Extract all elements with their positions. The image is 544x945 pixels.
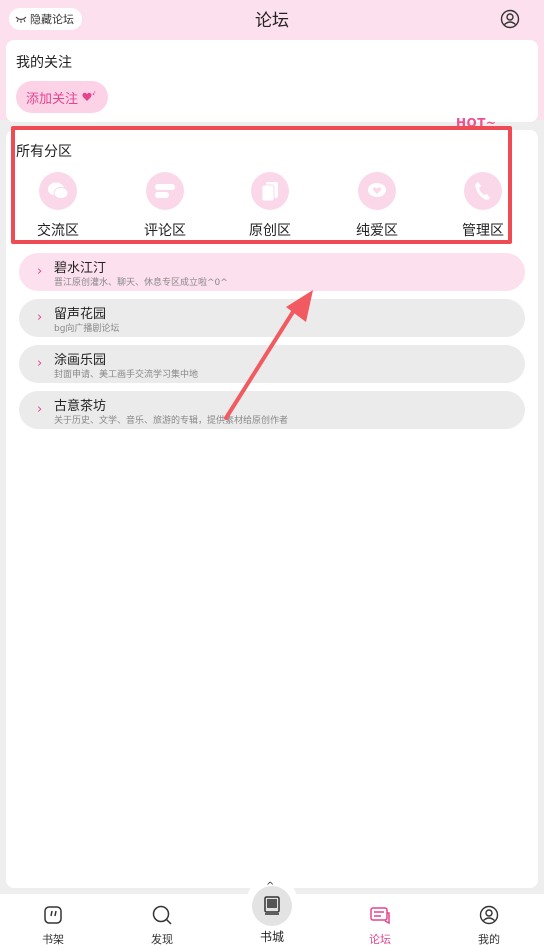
section-review[interactable]: 评论区: [125, 172, 205, 240]
forum-name: 留声花园: [54, 307, 107, 322]
tab-label: 书架: [42, 933, 64, 945]
forum-icon: [345, 903, 415, 927]
section-label: 管理区: [462, 223, 504, 239]
my-follows-card: 我的关注 添加关注: [6, 40, 538, 122]
add-follow-label: 添加关注: [26, 91, 79, 107]
chevron-right-icon: ›: [37, 310, 43, 325]
all-sections-card: 所有分区 交流区 评论区 原创区 纯爱区 管理区: [6, 130, 538, 888]
all-sections-title: 所有分区: [16, 144, 72, 160]
forum-item-bishui[interactable]: › 碧水江汀 晋江原创灌水、聊天、休息专区成立啦^0^: [19, 253, 525, 291]
forum-description: bg向广播剧论坛: [54, 324, 120, 334]
documents-icon: [251, 172, 289, 210]
forum-description: 封面申请、美工画手交流学习集中地: [54, 370, 199, 380]
heart-bubble-icon: [358, 172, 396, 210]
section-label: 纯爱区: [356, 223, 398, 239]
forum-item-guyi[interactable]: › 古意茶坊 关于历史、文学、音乐、旅游的专辑，提供素材给原创作者: [19, 391, 525, 429]
tab-bookstore[interactable]: [252, 886, 292, 926]
add-follow-button[interactable]: 添加关注: [16, 81, 109, 113]
section-label: 评论区: [144, 223, 186, 239]
page-title: 论坛: [255, 11, 289, 31]
comment-icon: [146, 172, 184, 210]
heart-icon: [82, 91, 96, 101]
tab-forum[interactable]: 论坛: [345, 903, 415, 945]
search-icon: [127, 903, 197, 927]
my-follows-title: 我的关注: [16, 55, 72, 71]
tab-me[interactable]: 我的: [454, 903, 524, 945]
tab-label: 我的: [478, 933, 500, 945]
chevron-up-icon: ^: [266, 881, 275, 892]
forum-item-liusheng[interactable]: › 留声花园 bg向广播剧论坛: [19, 299, 525, 337]
forum-name: 碧水江汀: [54, 261, 107, 276]
book-icon: [264, 896, 280, 915]
profile-button[interactable]: [500, 9, 520, 33]
forum-description: 关于历史、文学、音乐、旅游的专辑，提供素材给原创作者: [54, 416, 289, 426]
tab-label: 发现: [151, 933, 173, 945]
forum-description: 晋江原创灌水、聊天、休息专区成立啦^0^: [54, 278, 228, 288]
forum-name: 涂画乐园: [54, 353, 107, 368]
chevron-right-icon: ›: [37, 402, 43, 417]
bookshelf-icon: [18, 903, 88, 927]
tab-label: 书城: [259, 930, 284, 944]
section-label: 交流区: [37, 223, 79, 239]
forum-name: 古意茶坊: [54, 399, 107, 414]
section-original[interactable]: 原创区: [230, 172, 310, 240]
section-admin[interactable]: 管理区: [443, 172, 523, 240]
section-exchange[interactable]: 交流区: [18, 172, 98, 240]
section-label: 原创区: [249, 223, 291, 239]
user-icon: [454, 903, 524, 927]
section-pure-love[interactable]: 纯爱区: [337, 172, 417, 240]
section-grid: 交流区 评论区 原创区 纯爱区 管理区: [6, 172, 538, 242]
chevron-right-icon: ›: [37, 356, 43, 371]
tab-discover[interactable]: 发现: [127, 903, 197, 945]
forum-item-tuhua[interactable]: › 涂画乐园 封面申请、美工画手交流学习集中地: [19, 345, 525, 383]
hot-badge: HOT~: [456, 116, 497, 130]
tab-bookshelf[interactable]: 书架: [18, 903, 88, 945]
user-circle-icon: [500, 9, 520, 29]
phone-icon: [464, 172, 502, 210]
chat-bubbles-icon: [39, 172, 77, 210]
forum-list: › 碧水江汀 晋江原创灌水、聊天、休息专区成立啦^0^ › 留声花园 bg向广播…: [19, 253, 525, 437]
tab-label: 论坛: [369, 933, 391, 945]
chevron-right-icon: ›: [37, 264, 43, 279]
